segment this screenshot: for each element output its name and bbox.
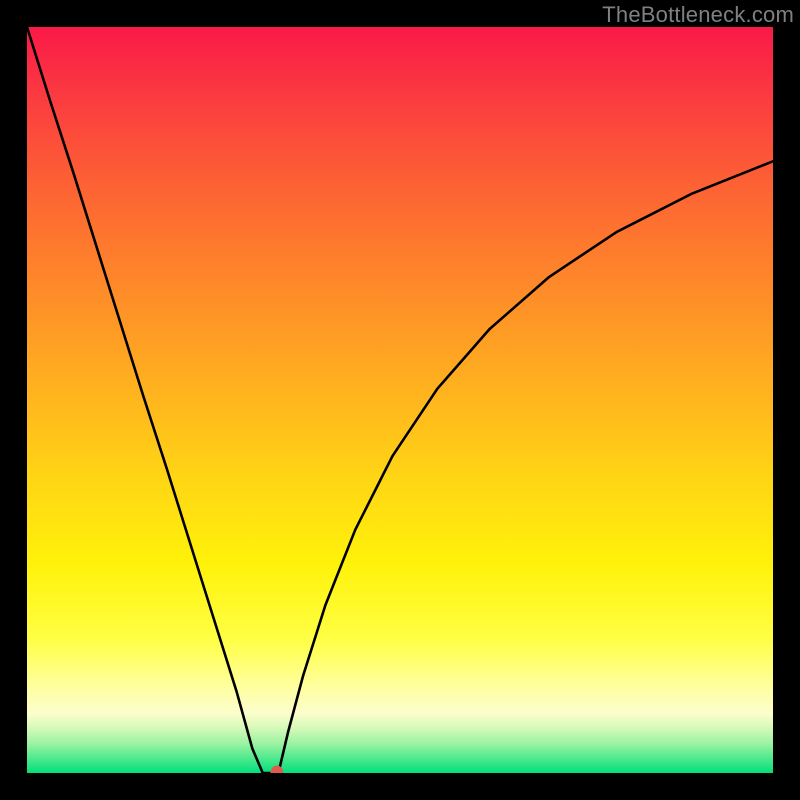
chart-plot-area	[27, 27, 773, 773]
chart-curve-svg	[27, 27, 773, 773]
chart-marker	[270, 766, 283, 774]
series-left-branch	[27, 27, 263, 773]
chart-series-group	[27, 27, 773, 773]
watermark-text: TheBottleneck.com	[602, 2, 794, 28]
chart-frame: TheBottleneck.com	[0, 0, 800, 800]
series-right-branch	[278, 161, 773, 773]
